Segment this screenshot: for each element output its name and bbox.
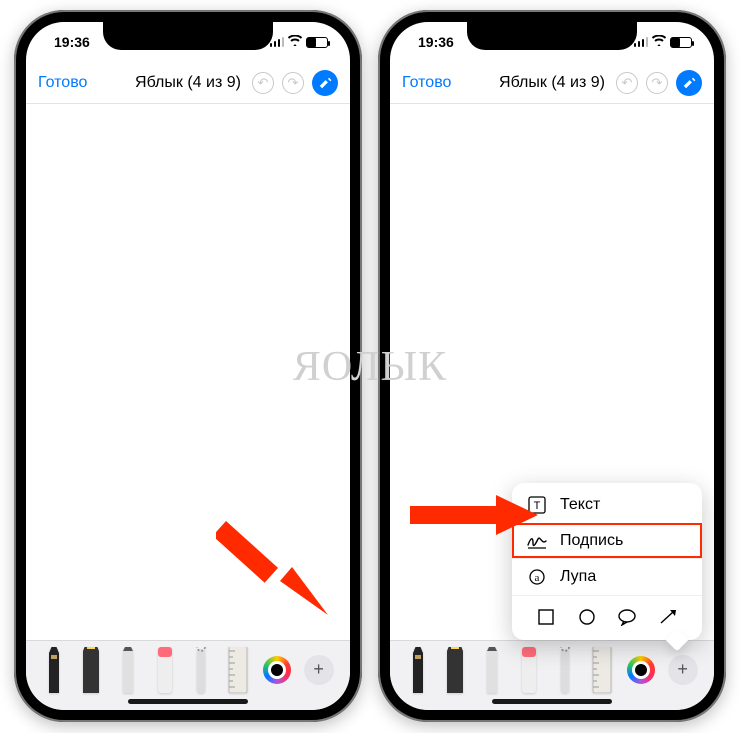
wifi-icon	[652, 35, 666, 49]
home-indicator[interactable]	[492, 699, 612, 704]
popover-item-text[interactable]: T Текст	[512, 487, 702, 523]
status-right	[634, 35, 693, 49]
redo-button[interactable]: ↷	[282, 72, 304, 94]
home-indicator[interactable]	[128, 699, 248, 704]
watermark: ЯОЛЫК	[293, 343, 447, 391]
pencil-tool[interactable]	[116, 647, 140, 693]
popover-item-magnifier[interactable]: a Лупа	[512, 558, 702, 595]
done-button[interactable]: Готово	[38, 74, 87, 92]
wifi-icon	[288, 35, 302, 49]
shape-arrow-button[interactable]	[657, 606, 679, 628]
shape-circle-button[interactable]	[576, 606, 598, 628]
nav-bar: Готово Яблык (4 из 9) ↶ ↷	[26, 62, 350, 104]
annotation-arrow	[216, 511, 336, 636]
magnifier-icon: a	[526, 567, 548, 587]
markup-pen-button[interactable]	[676, 70, 702, 96]
eraser-tool[interactable]	[517, 647, 541, 693]
battery-icon	[670, 37, 692, 48]
status-time: 19:36	[418, 34, 454, 50]
notch	[103, 22, 273, 50]
marker-tool[interactable]	[443, 647, 467, 693]
color-picker-button[interactable]	[627, 656, 655, 684]
popover-label: Подпись	[560, 532, 623, 550]
annotation-arrow	[410, 495, 540, 540]
lasso-tool[interactable]	[189, 647, 213, 693]
ruler-tool[interactable]	[226, 647, 250, 693]
popover-shapes-row	[512, 595, 702, 636]
add-button[interactable]: +	[668, 655, 698, 685]
marker-tool[interactable]	[79, 647, 103, 693]
popover-label: Текст	[560, 496, 600, 514]
battery-icon	[306, 37, 328, 48]
add-button[interactable]: +	[304, 655, 334, 685]
pen-tool[interactable]	[406, 647, 430, 693]
status-right	[270, 35, 329, 49]
eraser-tool[interactable]	[153, 647, 177, 693]
notch	[467, 22, 637, 50]
done-button[interactable]: Готово	[402, 74, 451, 92]
color-picker-button[interactable]	[263, 656, 291, 684]
svg-text:a: a	[535, 572, 540, 584]
add-popover: T Текст Подпись a Лупа	[512, 483, 702, 640]
undo-button[interactable]: ↶	[252, 72, 274, 94]
nav-bar: Готово Яблык (4 из 9) ↶ ↷	[390, 62, 714, 104]
redo-button[interactable]: ↷	[646, 72, 668, 94]
shape-square-button[interactable]	[535, 606, 557, 628]
status-time: 19:36	[54, 34, 90, 50]
pen-tool[interactable]	[42, 647, 66, 693]
undo-button[interactable]: ↶	[616, 72, 638, 94]
popover-label: Лупа	[560, 568, 596, 586]
shape-speech-button[interactable]	[616, 606, 638, 628]
markup-pen-button[interactable]	[312, 70, 338, 96]
lasso-tool[interactable]	[553, 647, 577, 693]
popover-item-signature[interactable]: Подпись	[512, 523, 702, 558]
ruler-tool[interactable]	[590, 647, 614, 693]
pencil-tool[interactable]	[480, 647, 504, 693]
